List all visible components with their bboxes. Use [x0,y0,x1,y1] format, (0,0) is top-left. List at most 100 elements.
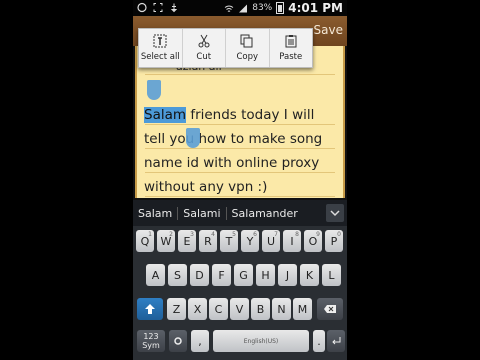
letter-key-label: S [174,268,181,282]
key-secondary-label: 6 [253,231,257,238]
paste-label: Paste [279,52,303,62]
letter-key-label: D [195,268,204,282]
letter-key[interactable]: T5 [220,230,238,252]
letter-key-label: B [256,302,265,316]
screenshot-icon [153,3,163,12]
wifi-icon [224,5,234,12]
chevron-down-icon [330,210,340,217]
letter-key-label: C [214,302,223,316]
notification-icons [137,2,179,13]
letter-key[interactable]: V [230,298,249,320]
usb-icon [170,3,178,13]
letter-key[interactable]: P0 [325,230,343,252]
period-key[interactable]: . [313,330,325,352]
key-secondary-label: 2 [169,231,173,238]
letter-key[interactable]: I8 [283,230,301,252]
backspace-icon [324,305,336,313]
letter-key[interactable]: O9 [304,230,322,252]
status-bar: 83% 4:01 PM [133,0,347,16]
gear-icon [174,337,182,345]
sym-key[interactable]: 123 Sym [137,330,165,352]
note-body[interactable]: Salam friends today I will tell you how … [144,103,339,199]
letter-key-label: I [290,234,294,248]
whatsapp-icon [137,2,147,13]
key-secondary-label: 7 [274,231,278,238]
letter-key[interactable]: H [256,264,275,286]
copy-label: Copy [236,52,259,62]
letter-key-label: M [297,302,308,316]
key-row-2: ASDFGH J KL [133,264,347,290]
letter-key[interactable]: M [293,298,312,320]
key-row-4: 123 Sym , English(US) . [133,330,347,356]
letter-key-label: V [235,302,244,316]
letter-key[interactable]: S [168,264,187,286]
letter-key-label: K [305,268,314,282]
key-secondary-label: 1 [148,231,152,238]
letter-key[interactable]: U7 [262,230,280,252]
key-secondary-label: 5 [232,231,236,238]
letter-key[interactable]: Q1 [136,230,154,252]
battery-percent: 83% [252,3,273,13]
key-row-3: ZXCVBNM [133,298,347,324]
cut-label: Cut [196,52,212,62]
letter-key[interactable]: N [272,298,291,320]
letter-key-label: A [151,268,160,282]
save-button[interactable]: Save [314,23,343,37]
text-context-menu: Select all Cut Copy Paste [138,28,313,68]
shift-key[interactable] [137,298,163,320]
letter-key[interactable]: C [209,298,228,320]
letter-key[interactable]: R4 [199,230,217,252]
suggestion-bar: Salam Salami Salamander [133,200,347,226]
select-all-icon [153,34,167,48]
letter-key[interactable]: J [278,264,297,286]
key-row-1: Q1W2E3R4T5Y6U7I8O9P0 [133,230,347,256]
copy-button[interactable]: Copy [226,29,270,67]
letter-key-label: F [218,268,225,282]
paste-icon [285,35,297,48]
space-key[interactable]: English(US) [213,330,309,352]
collapse-suggestions-button[interactable] [326,204,344,222]
letter-key-label: G [239,268,248,282]
letter-key-label: X [193,302,202,316]
selection-start-handle[interactable] [147,80,161,100]
suggestion-item[interactable]: Salami [178,206,227,220]
select-all-button[interactable]: Select all [139,29,183,67]
space-key-label: English(US) [243,337,279,345]
letter-key[interactable]: Z [167,298,186,320]
selected-text[interactable]: Salam [144,107,187,123]
backspace-key[interactable] [317,298,343,320]
enter-key[interactable] [327,330,345,352]
suggestion-item[interactable]: Salamander [227,207,303,220]
enter-icon [332,337,341,345]
letter-key[interactable]: D [190,264,209,286]
letter-key[interactable]: G [234,264,253,286]
key-secondary-label: 3 [190,231,194,238]
paste-button[interactable]: Paste [270,29,313,67]
key-secondary-label: 8 [295,231,299,238]
settings-key[interactable] [169,330,187,352]
key-secondary-label: 4 [211,231,215,238]
letter-key[interactable]: E3 [178,230,196,252]
letter-key[interactable]: B [251,298,270,320]
copy-icon [240,34,253,48]
letter-key-label: H [261,268,270,282]
letter-key[interactable]: X [188,298,207,320]
battery-icon [276,2,285,14]
letter-key-label: L [328,268,335,282]
letter-key[interactable]: L [322,264,341,286]
key-secondary-label: 9 [316,231,320,238]
letter-key[interactable]: K [300,264,319,286]
comma-key[interactable]: , [191,330,209,352]
letter-key[interactable]: W2 [157,230,175,252]
keyboard: Q1W2E3R4T5Y6U7I8O9P0 ASDFGHJKL ZXCVBNM 1… [133,226,347,360]
letter-key[interactable]: F [212,264,231,286]
suggestion-item[interactable]: Salam [133,206,179,220]
letter-key[interactable]: Y6 [241,230,259,252]
letter-key-label: J [285,268,290,282]
cut-button[interactable]: Cut [183,29,226,67]
select-all-label: Select all [140,52,180,62]
selection-end-handle[interactable] [186,128,200,148]
letter-key-label: N [277,302,286,316]
key-secondary-label: 0 [337,231,341,238]
letter-key[interactable]: A [146,264,165,286]
